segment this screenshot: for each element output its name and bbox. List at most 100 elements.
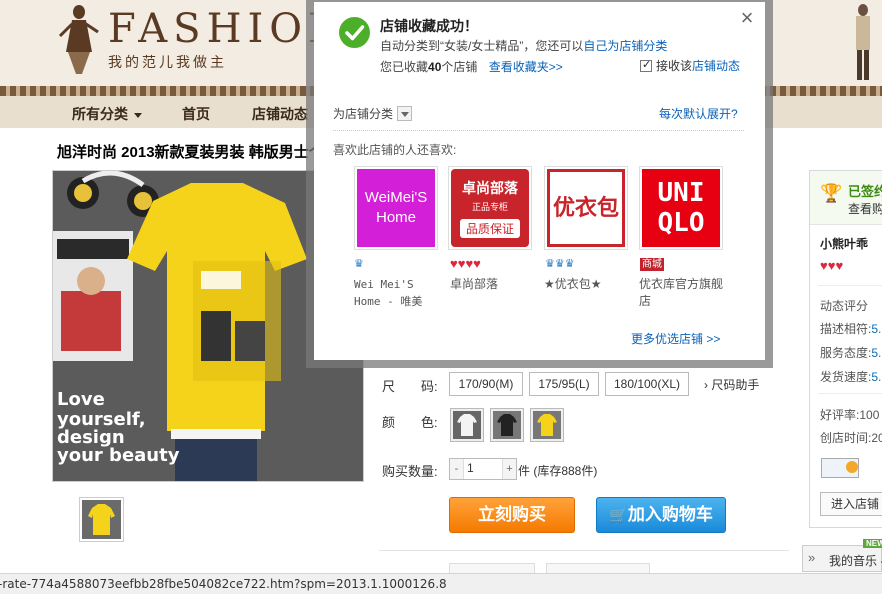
- heart-icon: ♥: [835, 258, 844, 273]
- nav-home[interactable]: 首页: [182, 104, 210, 124]
- category-label: 为店铺分类: [333, 107, 394, 121]
- dialog-title: 店铺收藏成功！: [380, 18, 478, 34]
- rating-service-label: 服务态度:: [820, 346, 872, 360]
- buy-now-button[interactable]: 立刻购买: [449, 497, 575, 533]
- svg-text:Love: Love: [57, 389, 105, 410]
- color-swatch-black[interactable]: [490, 408, 524, 442]
- panel-divider: [818, 393, 882, 394]
- rec-shop-name[interactable]: 优衣库官方旗舰店: [639, 276, 729, 310]
- uniqlo-logo: UNI QLO: [642, 169, 720, 247]
- tshirt-white-icon: [453, 411, 481, 439]
- wangwang-chat-icon[interactable]: [821, 458, 859, 478]
- color-label: 颜 色:: [382, 415, 438, 430]
- nav-label: 所有分类: [72, 106, 128, 122]
- rating-desc-label: 描述相符:: [820, 322, 872, 336]
- auto-category-text: 自动分类到“女装/女士精品”，您还可以: [380, 39, 584, 53]
- quantity-label: 购买数量:: [382, 464, 438, 479]
- online-status-icon: [846, 461, 858, 473]
- success-check-icon: [339, 17, 370, 48]
- heart-icon: ♥: [465, 256, 474, 271]
- music-label: 我的音乐 -: [829, 554, 882, 568]
- nav-shop-news[interactable]: 店铺动态: [252, 104, 308, 124]
- chevron-down-icon[interactable]: [397, 106, 413, 121]
- zhuoshang-logo-sub: 正品专柜: [471, 202, 508, 212]
- receive-news-checkbox[interactable]: [640, 58, 652, 72]
- receive-news-prefix: 接收该: [656, 59, 693, 73]
- favorite-count: 您已收藏40个店铺 查看收藏夹>>: [380, 58, 563, 75]
- tshirt-black-icon: [493, 411, 521, 439]
- rec-shop-logo[interactable]: 优衣包: [544, 166, 628, 250]
- zhuoshang-logo-title: 卓尚部落: [462, 180, 518, 196]
- quantity-increase-button[interactable]: +: [502, 459, 516, 479]
- default-expand-link[interactable]: 每次默认展开?: [659, 105, 738, 122]
- youyibao-seal-logo: 优衣包: [547, 169, 625, 247]
- chevron-down-icon: [134, 112, 142, 118]
- heart-icon: ♥: [820, 258, 828, 273]
- shop-slogan: 我的范儿我做主: [108, 55, 227, 71]
- custom-category-link[interactable]: 自己为店铺分类: [583, 39, 667, 53]
- rec-shop-name[interactable]: Wei Mei'S Home - 唯美: [354, 276, 444, 310]
- new-badge: NEW: [863, 539, 882, 548]
- mall-badge: 商城: [640, 258, 664, 271]
- count-value: 40: [428, 60, 442, 74]
- more-shops-link[interactable]: 更多优选店铺 >>: [631, 330, 720, 347]
- close-icon[interactable]: ×: [737, 7, 757, 29]
- add-to-cart-button[interactable]: 🛒加入购物车: [596, 497, 726, 533]
- shop-created-label: 创店时间:: [820, 431, 872, 445]
- rec-shop-logo[interactable]: WeiMei'S Home: [354, 166, 438, 250]
- enter-shop-button[interactable]: 进入店铺: [820, 492, 882, 516]
- tshirt-yellow-icon: [533, 411, 561, 439]
- positive-rate-label: 好评率:: [820, 408, 860, 422]
- rec-shop-name[interactable]: 卓尚部落: [450, 276, 540, 293]
- heart-icon: ♥: [473, 256, 481, 271]
- quantity-stepper: - 1 +: [449, 458, 517, 480]
- rec-shop-logo[interactable]: UNI QLO: [639, 166, 723, 250]
- product-thumbnail[interactable]: [79, 497, 124, 542]
- shop-news-link[interactable]: 店铺动态: [692, 59, 740, 73]
- shop-hearts: ♥♥♥: [820, 258, 843, 273]
- trophy-icon: 🏆: [820, 183, 843, 203]
- rec-shop-name[interactable]: ★优衣包★: [544, 276, 634, 293]
- size-label: 尺 码:: [382, 379, 438, 394]
- thumbnail-photo: [82, 500, 121, 539]
- dialog-subtitle: 自动分类到“女装/女士精品”，您还可以自己为店铺分类: [380, 37, 667, 54]
- crown-icon: ♛: [564, 258, 575, 270]
- rating-title: 动态评分: [820, 299, 869, 313]
- add-to-cart-label: 加入购物车: [627, 505, 713, 524]
- dialog-divider: [333, 130, 744, 131]
- rating-service-value: 5.: [871, 346, 882, 360]
- size-helper-label: 尺码助手: [711, 378, 760, 392]
- color-swatch-yellow[interactable]: [530, 408, 564, 442]
- shop-info-panel: 🏆 已签约 查看购 小熊叶乖 ♥♥♥ 动态评分 描述相符:5. 服务态度:5. …: [809, 170, 882, 528]
- size-helper-link[interactable]: › 尺码助手: [704, 376, 759, 393]
- count-prefix: 您已收藏: [380, 60, 429, 74]
- shop-name[interactable]: 小熊叶乖: [820, 235, 868, 252]
- section-divider: [379, 550, 789, 551]
- view-link[interactable]: 查看购: [848, 200, 882, 217]
- size-option[interactable]: 170/90(M): [449, 372, 523, 396]
- rating-shipping: 发货速度:5.: [820, 368, 881, 385]
- heart-icon: ♥: [450, 256, 458, 271]
- quantity-decrease-button[interactable]: -: [450, 459, 464, 479]
- youyibao-seal-text: 优衣包: [552, 195, 619, 221]
- size-option[interactable]: 175/95(L): [529, 372, 599, 396]
- model-figure-icon: [856, 4, 870, 80]
- color-swatch-white[interactable]: [450, 408, 484, 442]
- category-selector[interactable]: 为店铺分类: [333, 105, 413, 122]
- size-option[interactable]: 180/100(XL): [605, 372, 689, 396]
- view-favorites-link[interactable]: 查看收藏夹>>: [489, 60, 563, 74]
- music-widget[interactable]: » 我的音乐 - NEW: [802, 539, 882, 572]
- collapse-arrows-icon[interactable]: »: [808, 550, 815, 565]
- rating-service: 服务态度:5.: [820, 344, 881, 361]
- rec-shop-logo[interactable]: 卓尚部落 正品专柜 品质保证: [448, 166, 532, 250]
- weimei-logo: WeiMei'S Home: [357, 169, 435, 247]
- favorite-success-dialog: × 店铺收藏成功！ 自动分类到“女装/女士精品”，您还可以自己为店铺分类 您已收…: [314, 2, 765, 360]
- nav-all-categories[interactable]: 所有分类: [72, 104, 142, 124]
- crown-icon: ♛: [554, 258, 565, 270]
- quantity-input[interactable]: 1: [466, 461, 502, 475]
- count-suffix: 个店铺: [441, 60, 478, 74]
- signed-label: 已签约: [848, 184, 882, 199]
- rec-shop-badges: 商城: [640, 256, 664, 271]
- positive-rate-value: 100: [859, 408, 880, 422]
- receive-news-option[interactable]: 接收该店铺动态: [640, 57, 740, 74]
